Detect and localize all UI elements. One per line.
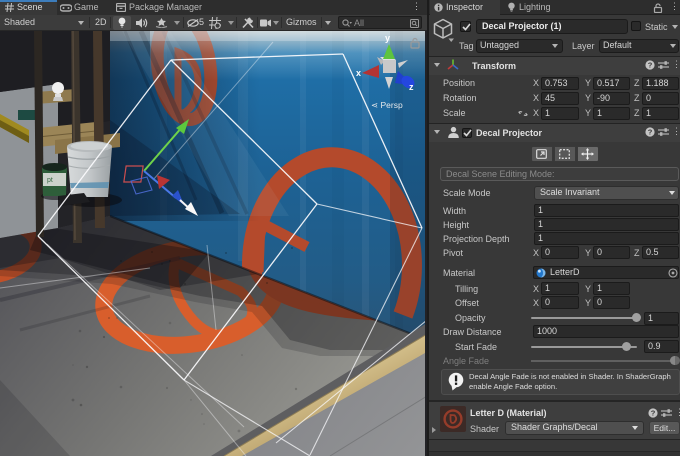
svg-text:?: ?: [651, 409, 656, 418]
svg-text:z: z: [409, 82, 414, 92]
svg-text:x: x: [356, 68, 361, 78]
svg-text:y: y: [385, 33, 390, 43]
svg-text:?: ?: [648, 61, 653, 70]
svg-text:?: ?: [648, 128, 653, 137]
svg-text:⋖ Persp: ⋖ Persp: [371, 100, 403, 110]
svg-text:pt: pt: [47, 177, 53, 184]
